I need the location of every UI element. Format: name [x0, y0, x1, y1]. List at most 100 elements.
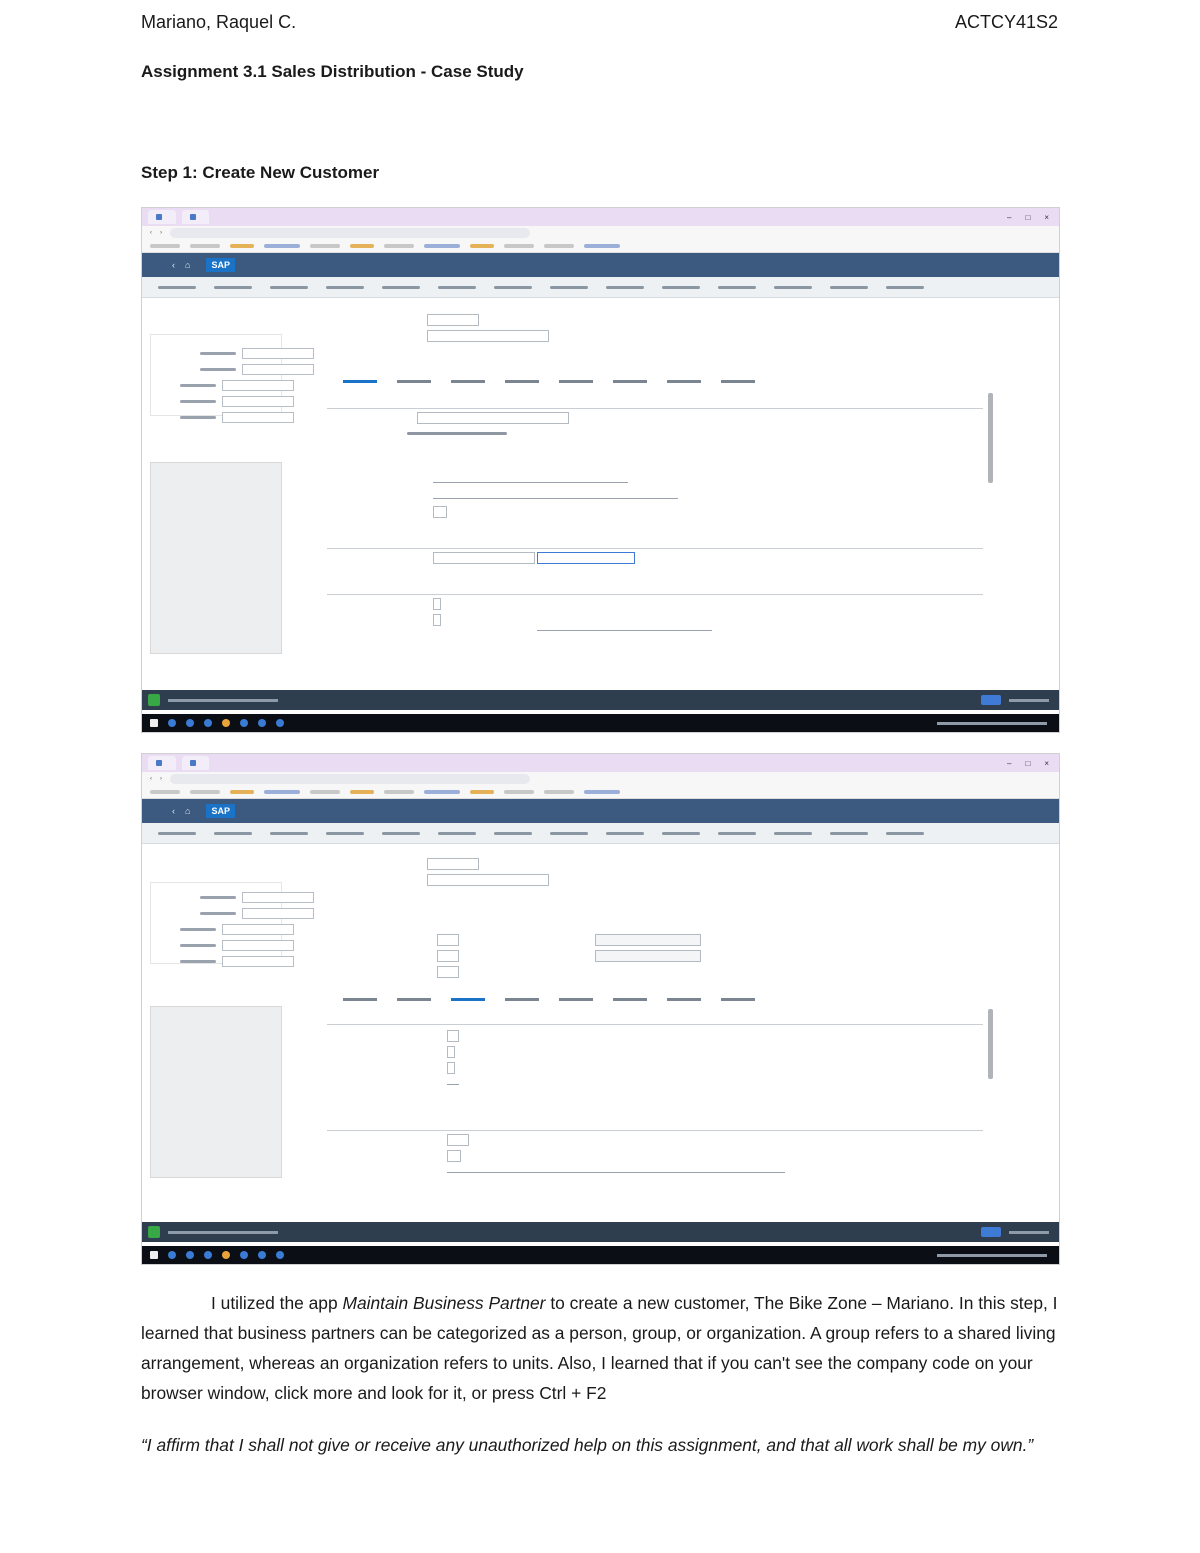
start-icon[interactable]	[150, 1251, 158, 1259]
tab-item[interactable]	[451, 380, 485, 383]
affirmation-statement: “I affirm that I shall not give or recei…	[141, 1435, 1034, 1455]
tab-billing[interactable]	[451, 998, 485, 1001]
app-icon[interactable]	[258, 1251, 266, 1259]
start-icon[interactable]	[150, 719, 158, 727]
bookmarks-bar	[142, 786, 1059, 799]
division-field[interactable]	[222, 955, 294, 967]
partner-field[interactable]	[242, 347, 314, 359]
bookmarks-bar	[142, 240, 1059, 253]
app-icon[interactable]	[186, 1251, 194, 1259]
address-bar: ‹ ›	[142, 772, 1059, 786]
tab-item[interactable]	[613, 998, 647, 1001]
maximize-icon[interactable]: □	[1025, 213, 1030, 222]
sap-status-bar	[142, 1222, 1059, 1242]
tab-address[interactable]	[343, 380, 377, 383]
tab-item[interactable]	[505, 380, 539, 383]
tab-favicon-icon	[189, 214, 196, 220]
by-field[interactable]	[242, 907, 314, 919]
status-button[interactable]	[981, 695, 1001, 705]
tab-item[interactable]	[559, 380, 593, 383]
distr-channel-field[interactable]	[222, 395, 294, 407]
window-controls: – □ ×	[1007, 213, 1049, 222]
tab-item[interactable]	[667, 380, 701, 383]
sales-area-data-button[interactable]	[595, 950, 701, 962]
division-field[interactable]	[222, 411, 294, 423]
bp-number-field[interactable]	[427, 858, 479, 870]
sap-menu-bar	[142, 823, 1059, 844]
search-icon[interactable]	[168, 719, 176, 727]
results-list	[150, 462, 282, 654]
app-icon[interactable]	[204, 1251, 212, 1259]
by-field[interactable]	[242, 363, 314, 375]
url-field[interactable]	[170, 228, 530, 238]
search-term-2[interactable]	[537, 552, 635, 564]
forward-icon[interactable]: ›	[160, 776, 162, 782]
shell-nav-icons[interactable]: ‹⌂	[172, 260, 200, 270]
name-field[interactable]	[433, 506, 447, 518]
tab-item[interactable]	[397, 380, 431, 383]
app-icon[interactable]	[240, 719, 248, 727]
section-sales-area	[327, 916, 367, 918]
app-icon[interactable]	[222, 719, 230, 727]
tab-item[interactable]	[613, 380, 647, 383]
tab-item[interactable]	[721, 998, 755, 1001]
title-select[interactable]	[417, 412, 569, 424]
minimize-icon[interactable]: –	[1007, 213, 1011, 222]
tab-item[interactable]	[559, 998, 593, 1001]
search-icon[interactable]	[168, 1251, 176, 1259]
maximize-icon[interactable]: □	[1025, 759, 1030, 768]
forward-icon[interactable]: ›	[160, 230, 162, 236]
app-icon[interactable]	[204, 719, 212, 727]
checkbox[interactable]	[433, 598, 441, 610]
checkbox[interactable]	[447, 1046, 455, 1058]
checkbox[interactable]	[447, 1030, 459, 1042]
checkbox[interactable]	[447, 1062, 455, 1074]
close-icon[interactable]: ×	[1044, 759, 1049, 768]
search-term-1[interactable]	[433, 552, 535, 564]
incoterms-location-field[interactable]	[447, 1150, 461, 1162]
browser-tab[interactable]	[148, 210, 176, 224]
app-icon[interactable]	[276, 1251, 284, 1259]
distr-channel-input[interactable]	[437, 950, 459, 962]
tab-item[interactable]	[667, 998, 701, 1001]
tab-item[interactable]	[505, 998, 539, 1001]
browser-tab[interactable]	[181, 756, 210, 770]
success-icon	[148, 1226, 160, 1238]
app-icon[interactable]	[276, 719, 284, 727]
worklist-panel	[150, 856, 314, 1186]
status-button[interactable]	[981, 1227, 1001, 1237]
create-in-role-select[interactable]	[427, 874, 549, 886]
create-in-role-select[interactable]	[427, 330, 549, 342]
sales-org-input[interactable]	[437, 934, 459, 946]
url-field[interactable]	[170, 774, 530, 784]
vertical-scrollbar[interactable]	[988, 393, 993, 483]
tab-item[interactable]	[397, 998, 431, 1001]
distr-channel-field[interactable]	[222, 939, 294, 951]
switch-area-button[interactable]	[595, 934, 701, 946]
browser-tab[interactable]	[181, 210, 210, 224]
tab-item[interactable]	[343, 998, 377, 1001]
app-icon[interactable]	[258, 719, 266, 727]
back-icon[interactable]: ‹	[150, 776, 152, 782]
division-input[interactable]	[437, 966, 459, 978]
app-icon[interactable]	[186, 719, 194, 727]
back-icon[interactable]: ‹	[150, 230, 152, 236]
browser-tab[interactable]	[148, 756, 176, 770]
shell-nav-icons[interactable]: ‹⌂	[172, 806, 200, 816]
app-icon[interactable]	[222, 1251, 230, 1259]
vertical-scrollbar[interactable]	[988, 1009, 993, 1079]
partner-field[interactable]	[242, 891, 314, 903]
tab-favicon-icon	[189, 760, 196, 766]
sales-org-field[interactable]	[222, 923, 294, 935]
close-icon[interactable]: ×	[1044, 213, 1049, 222]
sap-menu-bar	[142, 277, 1059, 298]
sales-org-field[interactable]	[222, 379, 294, 391]
tab-favicon-icon	[156, 760, 162, 766]
tab-item[interactable]	[721, 380, 755, 383]
checkbox[interactable]	[433, 614, 441, 626]
app-icon[interactable]	[240, 1251, 248, 1259]
bp-number-field[interactable]	[427, 314, 479, 326]
incoterms-field[interactable]	[447, 1134, 469, 1146]
step-heading: Step 1: Create New Customer	[141, 163, 380, 182]
minimize-icon[interactable]: –	[1007, 759, 1011, 768]
